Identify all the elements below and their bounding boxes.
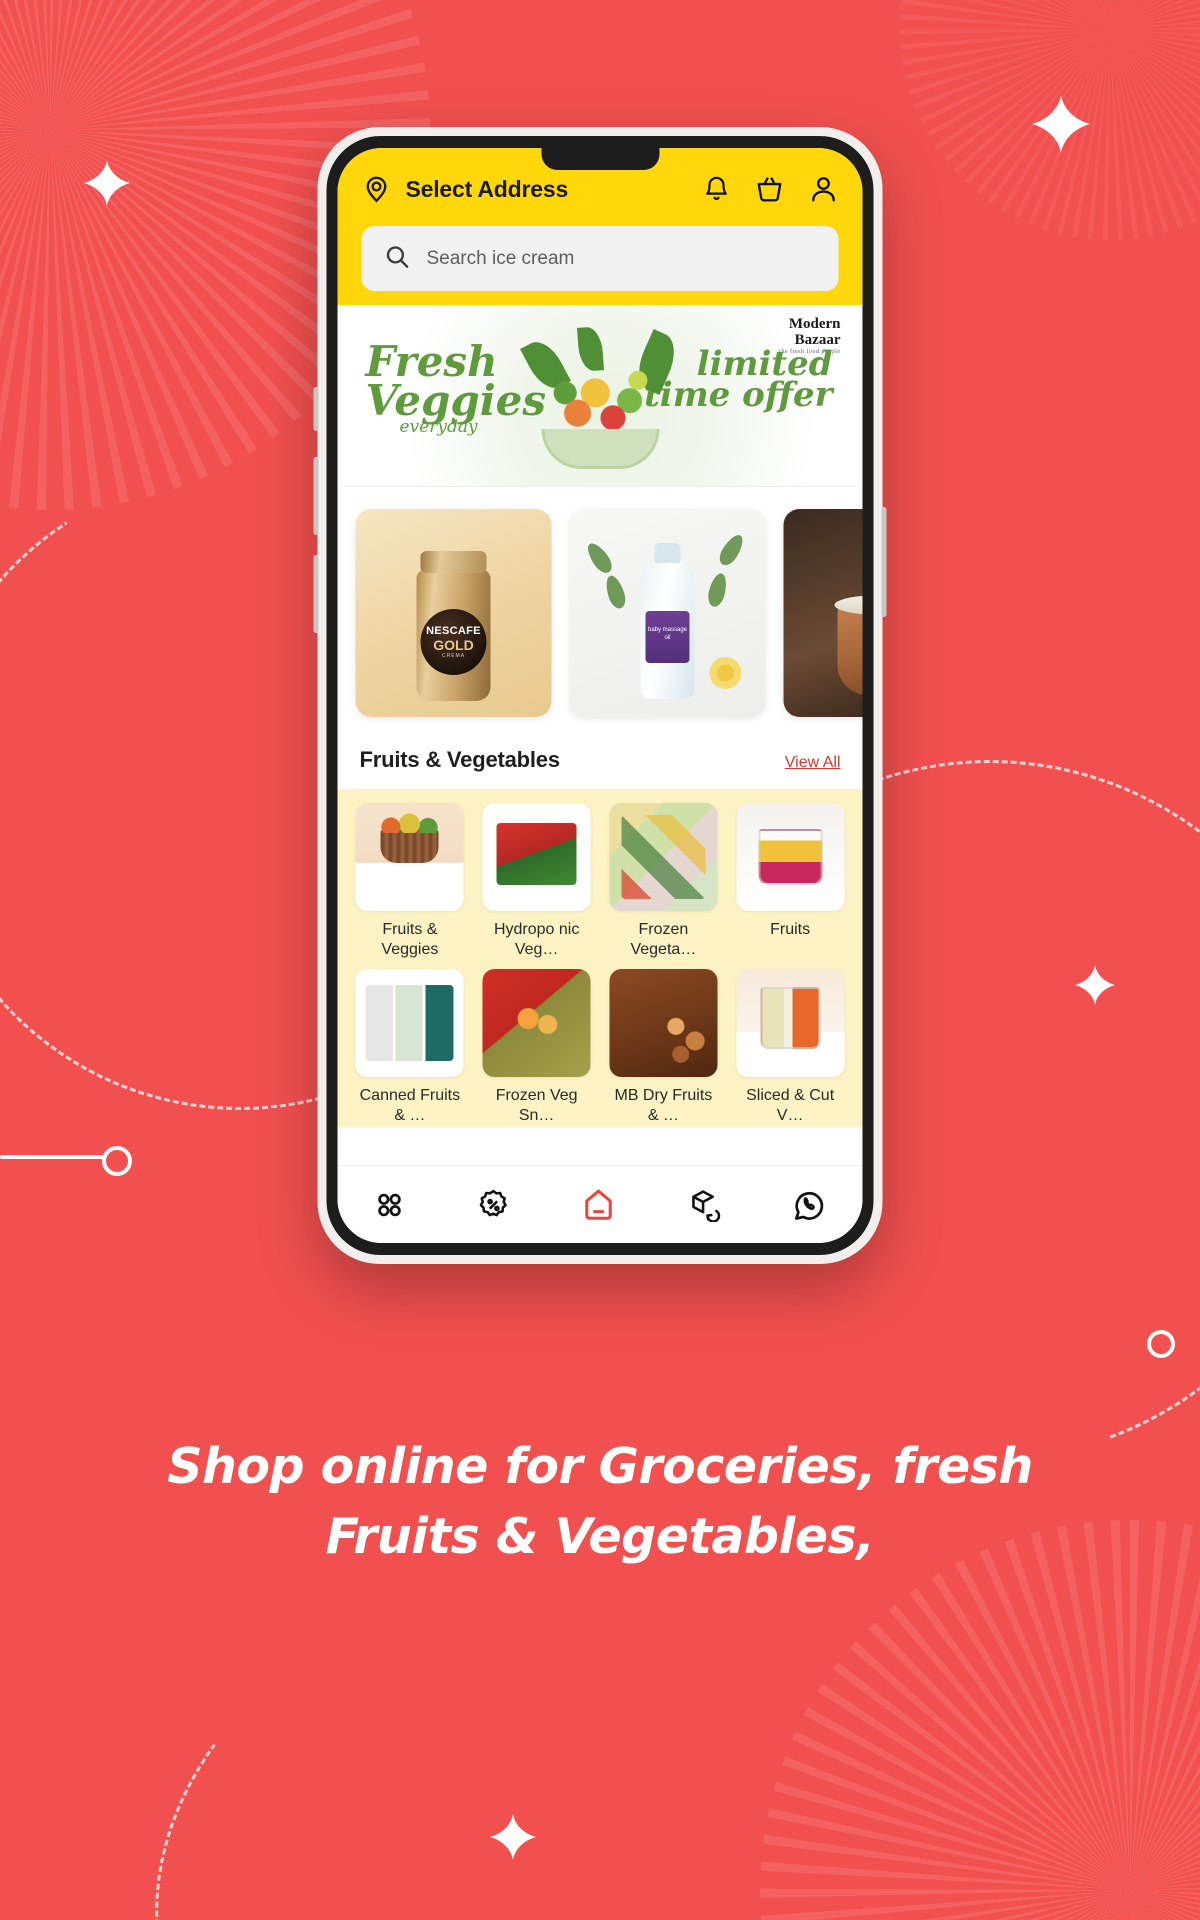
category-item-mb-dry-fruits[interactable]: MB Dry Fruits & … <box>605 968 722 1127</box>
orders-box-icon[interactable] <box>688 1188 722 1222</box>
category-thumbnail <box>736 803 845 911</box>
phone-power-button <box>881 507 887 617</box>
product-variant: baby massage oil <box>647 627 688 641</box>
flower-decoration <box>709 657 742 689</box>
product-card-nescafe-gold-crema[interactable]: NESCAFE GOLD CREMA <box>355 509 552 717</box>
category-label: Canned Fruits & … <box>359 1086 461 1125</box>
coffee-jar-image: NESCAFE GOLD CREMA <box>416 551 491 701</box>
category-grid: Fruits & Veggies Hydropo nic Veg… Frozen… <box>352 803 849 1127</box>
oil-bottle-image: baby massage oil <box>640 543 695 699</box>
product-card-himalaya-baby-massage-oil[interactable]: baby massage oil <box>569 509 766 717</box>
leaf-decoration <box>715 531 748 569</box>
search-bar[interactable] <box>361 226 839 291</box>
phone-bezel: Select Address Search ice cream Modern B… <box>326 136 874 1255</box>
clay-pot-image <box>834 595 863 695</box>
jar-label: NESCAFE GOLD CREMA <box>420 609 487 675</box>
header-icon-group <box>703 174 839 204</box>
category-label: Frozen Veg Sn… <box>495 1086 578 1125</box>
pot-top <box>834 595 863 615</box>
category-thumbnail <box>609 803 718 911</box>
category-item-frozen-vegetables[interactable]: Frozen Vegeta… <box>605 803 722 961</box>
category-grid-container: Fruits & Veggies Hydropo nic Veg… Frozen… <box>337 789 863 1127</box>
tagline-line-2: Fruits & Vegetables, <box>325 1507 875 1565</box>
bottom-navigation-bar <box>337 1165 863 1243</box>
phone-notch <box>541 148 659 170</box>
category-item-sliced-cut-veg[interactable]: Sliced & Cut V… <box>732 968 849 1127</box>
sparkle-icon <box>84 160 130 206</box>
category-thumbnail <box>482 968 591 1077</box>
search-input[interactable] <box>426 247 817 270</box>
notification-bell-icon[interactable] <box>703 175 731 203</box>
category-item-fruits[interactable]: Fruits <box>732 803 849 961</box>
brand-name-line1: Modern <box>788 316 841 332</box>
category-label: Hydropo nic Veg… <box>493 921 580 959</box>
category-item-canned-fruits[interactable]: Canned Fruits & … <box>352 968 469 1127</box>
category-item-hydroponic-veg[interactable]: Hydropo nic Veg… <box>478 803 595 961</box>
bottle-cap <box>654 543 681 563</box>
product-sub: GOLD <box>433 636 474 653</box>
app-screen: Select Address Search ice cream Modern B… <box>337 148 863 1243</box>
product-brand: NESCAFE <box>426 624 481 637</box>
bowl-shape <box>541 429 659 469</box>
sparkle-icon <box>1032 95 1090 153</box>
category-item-frozen-veg-snacks[interactable]: Frozen Veg Sn… <box>478 968 595 1127</box>
promo-banner[interactable]: Modern Bazaar the fresh food people Fres… <box>339 305 861 487</box>
product-variant: CREMA <box>441 652 466 659</box>
bottle-label: baby massage oil <box>645 611 690 663</box>
search-icon <box>384 243 411 275</box>
header-top-row: Select Address <box>362 174 839 204</box>
ring-marker-right <box>1147 1330 1175 1358</box>
line-dot-marker-left <box>0 1146 132 1176</box>
banner-vegetable-bowl-image <box>519 326 683 469</box>
category-label: Fruits <box>770 921 811 938</box>
section-title: Fruits & Vegetables <box>359 747 561 772</box>
category-label: Fruits & Veggies <box>381 921 439 959</box>
select-address-label[interactable]: Select Address <box>406 176 689 203</box>
phone-mockup: Select Address Search ice cream Modern B… <box>313 127 887 1264</box>
leaf-decoration <box>583 539 616 577</box>
category-thumbnail <box>355 803 464 911</box>
phone-mute-switch <box>313 387 319 431</box>
category-label: Sliced & Cut V… <box>746 1086 835 1125</box>
offers-percent-icon[interactable] <box>476 1188 510 1222</box>
featured-products-carousel[interactable]: NESCAFE GOLD CREMA baby massage oil <box>337 487 863 737</box>
leaf-decoration <box>705 571 730 609</box>
category-thumbnail <box>355 968 464 1077</box>
categories-grid-icon[interactable] <box>372 1188 406 1222</box>
vegetable-pile <box>548 357 652 435</box>
phone-volume-up-button <box>313 457 319 535</box>
ray-fan-top-right <box>900 0 1200 240</box>
category-item-fruits-veggies[interactable]: Fruits & Veggies <box>352 803 469 961</box>
sparkle-icon <box>1075 965 1115 1005</box>
product-card-clay-pot-curd[interactable] <box>783 509 863 717</box>
leaf-decoration <box>602 573 629 611</box>
shopping-basket-icon[interactable] <box>755 174 785 204</box>
view-all-link[interactable]: View All <box>785 754 841 772</box>
location-pin-icon[interactable] <box>362 174 392 204</box>
category-thumbnail <box>609 968 718 1077</box>
jar-lid <box>420 551 487 573</box>
user-profile-icon[interactable] <box>809 174 839 204</box>
phone-volume-down-button <box>313 555 319 633</box>
category-label: Frozen Vegeta… <box>630 921 697 959</box>
whatsapp-support-icon[interactable] <box>792 1187 828 1223</box>
home-icon[interactable] <box>580 1186 618 1224</box>
category-thumbnail <box>482 803 591 911</box>
category-label: MB Dry Fruits & … <box>614 1086 713 1125</box>
header-spacer <box>337 291 863 305</box>
category-thumbnail <box>736 968 845 1077</box>
section-header-fruits-vegetables: Fruits & Vegetables View All <box>337 737 863 789</box>
app-scroll-body[interactable]: Modern Bazaar the fresh food people Fres… <box>337 305 863 1165</box>
ray-fan-bottom-right <box>760 1520 1200 1920</box>
promo-tagline: Shop online for Groceries, fresh Fruits … <box>0 1432 1200 1571</box>
banner-headline: Fresh Veggies everyday <box>366 341 547 436</box>
sparkle-icon <box>490 1814 536 1860</box>
tagline-line-1: Shop online for Groceries, fresh <box>167 1438 1033 1495</box>
